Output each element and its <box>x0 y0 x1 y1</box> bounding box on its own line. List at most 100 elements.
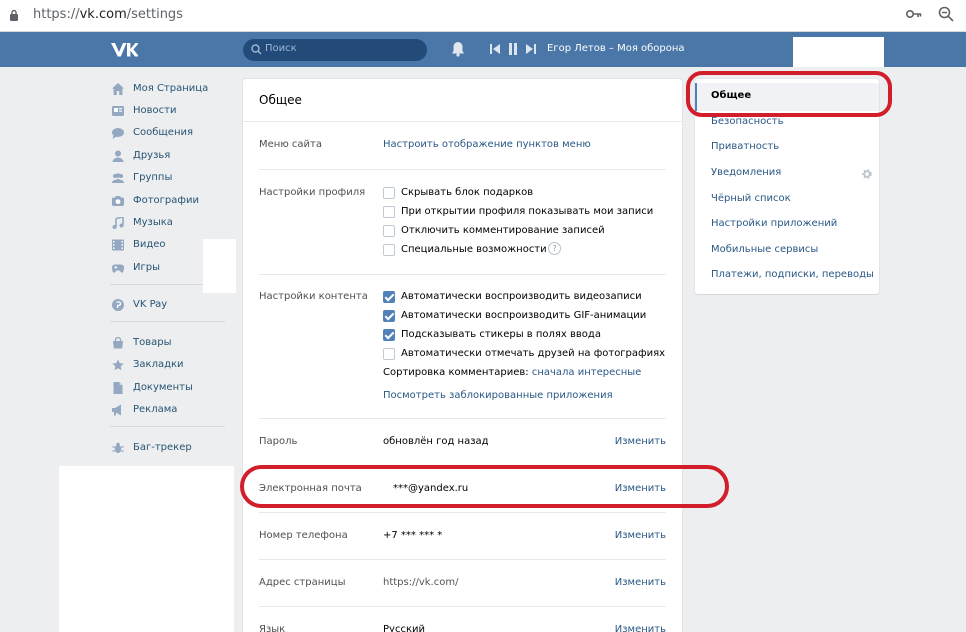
menu-item-privacy[interactable]: Приватность <box>711 141 779 152</box>
comment-sort-dropdown[interactable]: сначала интересные <box>532 367 642 378</box>
checkbox-box[interactable] <box>383 244 395 256</box>
zoom-out-icon[interactable] <box>938 6 954 22</box>
autoplay-video-checkbox[interactable]: Автоматически воспроизводить видеозаписи <box>383 290 673 304</box>
groups-icon <box>112 173 124 183</box>
menu-item-payments[interactable]: Платежи, подписки, переводы <box>711 269 874 280</box>
title-divider <box>243 121 682 122</box>
sidebar-item-market[interactable]: Товары <box>110 334 230 352</box>
menu-item-mobile-services[interactable]: Мобильные сервисы <box>711 244 818 255</box>
row-divider <box>259 418 666 419</box>
sidebar-item-bug-tracker[interactable]: Баг-трекер <box>110 439 230 457</box>
sidebar-divider <box>110 426 225 427</box>
search-icon <box>251 44 262 55</box>
checkbox-box[interactable] <box>383 225 395 237</box>
configure-menu-link[interactable]: Настроить отображение пунктов меню <box>383 139 591 150</box>
checkbox-box[interactable] <box>383 348 395 360</box>
row-divider <box>259 274 666 275</box>
checkbox-box[interactable] <box>383 329 395 341</box>
disable-comments-checkbox[interactable]: Отключить комментирование записей <box>383 224 673 238</box>
highlight-oval-email <box>240 465 729 508</box>
menu-item-security[interactable]: Безопасность <box>711 116 784 127</box>
change-language-link[interactable]: Изменить <box>615 624 666 632</box>
next-track-icon[interactable] <box>526 44 536 54</box>
sidebar-item-vk-pay[interactable]: VK Pay <box>110 296 230 314</box>
auto-tag-friends-checkbox[interactable]: Автоматически отмечать друзей на фотогра… <box>383 347 673 361</box>
redacted-area <box>793 37 884 67</box>
phone-label: Номер телефона <box>259 530 348 541</box>
menu-item-notifications[interactable]: Уведомления <box>711 167 781 178</box>
sidebar-item-music[interactable]: Музыка <box>110 214 230 232</box>
autoplay-gif-checkbox[interactable]: Автоматически воспроизводить GIF-анимаци… <box>383 309 673 323</box>
document-icon <box>113 382 123 394</box>
market-icon <box>113 337 123 349</box>
password-label: Пароль <box>259 436 298 447</box>
games-icon <box>112 264 124 273</box>
site-menu-label: Меню сайта <box>259 139 322 150</box>
page-address-value: https://vk.com/ <box>383 577 459 588</box>
accessibility-checkbox[interactable]: Специальные возможности <box>383 243 673 257</box>
megaphone-icon <box>112 404 121 416</box>
vk-logo-icon[interactable] <box>110 41 138 59</box>
language-value: Русский <box>383 624 425 632</box>
lock-icon <box>10 9 18 21</box>
change-phone-link[interactable]: Изменить <box>615 530 666 541</box>
browser-address-bar: https://vk.com/settings <box>0 0 966 32</box>
sidebar-item-messages[interactable]: Сообщения <box>110 124 230 142</box>
checkbox-box[interactable] <box>383 310 395 322</box>
row-divider <box>259 169 666 170</box>
home-icon <box>112 83 124 95</box>
search-placeholder: Поиск <box>265 43 297 54</box>
search-input[interactable]: Поиск <box>243 39 427 61</box>
sidebar-item-documents[interactable]: Документы <box>110 379 230 397</box>
redacted-area <box>59 466 234 632</box>
sidebar-item-ads[interactable]: Реклама <box>110 401 230 419</box>
language-label: Язык <box>259 624 286 632</box>
change-address-link[interactable]: Изменить <box>615 577 666 588</box>
pause-icon[interactable] <box>508 43 518 55</box>
checkbox-box[interactable] <box>383 291 395 303</box>
sidebar-item-photos[interactable]: Фотографии <box>110 192 230 210</box>
row-divider <box>259 559 666 560</box>
key-icon[interactable] <box>906 8 922 20</box>
comment-sort-row: Сортировка комментариев: сначала интерес… <box>383 367 641 378</box>
now-playing-track[interactable]: Егор Летов – Моя оборона <box>547 43 685 54</box>
music-icon <box>112 217 124 229</box>
sticker-hints-checkbox[interactable]: Подсказывать стикеры в полях ввода <box>383 328 673 342</box>
sidebar-divider <box>110 321 225 322</box>
checkbox-box[interactable] <box>383 206 395 218</box>
bell-icon[interactable] <box>451 41 465 57</box>
bug-icon <box>112 442 124 453</box>
blocked-apps-link[interactable]: Посмотреть заблокированные приложения <box>383 390 613 401</box>
previous-track-icon[interactable] <box>490 44 500 54</box>
sidebar-item-my-page[interactable]: Моя Страница <box>110 80 230 98</box>
help-icon[interactable]: ? <box>548 242 561 255</box>
vkpay-icon <box>112 299 124 311</box>
settings-card: Общее Меню сайта Настроить отображение п… <box>243 79 682 632</box>
news-icon <box>112 106 124 116</box>
row-divider <box>259 512 666 513</box>
password-value: обновлён год назад <box>383 436 489 447</box>
change-password-link[interactable]: Изменить <box>615 436 666 447</box>
sidebar-item-friends[interactable]: Друзья <box>110 147 230 165</box>
checkbox-box[interactable] <box>383 187 395 199</box>
phone-value: +7 *** *** * <box>383 530 443 541</box>
row-divider <box>259 606 666 607</box>
sidebar-item-news[interactable]: Новости <box>110 102 230 120</box>
gear-icon[interactable] <box>861 168 873 180</box>
sidebar-item-groups[interactable]: Группы <box>110 169 230 187</box>
comment-sort-label: Сортировка комментариев: <box>383 367 529 378</box>
sidebar-item-bookmarks[interactable]: Закладки <box>110 356 230 374</box>
url-field[interactable]: https://vk.com/settings <box>33 7 183 22</box>
video-icon <box>112 239 124 251</box>
highlight-oval-general <box>686 71 892 117</box>
redacted-area <box>203 239 236 293</box>
messages-icon <box>112 128 124 139</box>
page-address-label: Адрес страницы <box>259 577 346 588</box>
star-icon <box>112 359 124 371</box>
hide-gifts-checkbox[interactable]: Скрывать блок подарков <box>383 186 673 200</box>
friends-icon <box>112 150 124 162</box>
content-settings-label: Настройки контента <box>259 291 368 302</box>
menu-item-blacklist[interactable]: Чёрный список <box>711 193 791 204</box>
show-my-posts-checkbox[interactable]: При открытии профиля показывать мои запи… <box>383 205 673 219</box>
menu-item-app-settings[interactable]: Настройки приложений <box>711 218 837 229</box>
